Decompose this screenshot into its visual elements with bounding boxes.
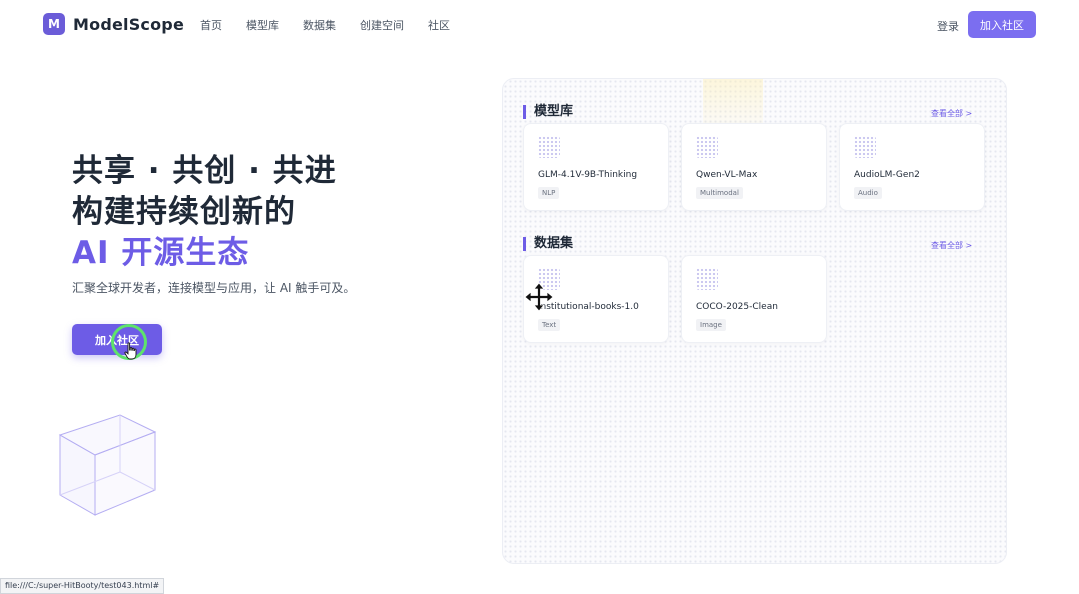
hero-title-line-2: 构建持续创新的 [72,194,296,230]
models-section-title: 模型库 [523,105,573,119]
datasets-section-title: 数据集 [523,237,573,251]
brand-name[interactable]: ModelScope [73,15,184,34]
datasets-view-all-link[interactable]: 查看全部 > [931,240,972,251]
model-card[interactable]: AudioLM-Gen2 Audio [839,123,985,211]
model-name: AudioLM-Gen2 [854,170,920,180]
models-view-all-link[interactable]: 查看全部 > [931,108,972,119]
logo-icon[interactable]: M [43,13,65,35]
nav-item-home[interactable]: 首页 [200,17,222,33]
nav-item-community[interactable]: 社区 [428,17,450,33]
nav-links: 首页 模型库 数据集 创建空间 社区 [200,17,474,33]
model-name: Qwen-VL-Max [696,170,758,180]
dataset-name: institutional-books-1.0 [538,302,639,312]
dataset-card[interactable]: institutional-books-1.0 Text [523,255,669,343]
wireframe-cube-decoration [58,414,157,516]
hero-title-line-3: AI 开源生态 [72,235,250,271]
top-navigation: M ModelScope 首页 模型库 数据集 创建空间 社区 登录 加入社区 [0,0,1079,50]
join-community-button-top[interactable]: 加入社区 [968,11,1036,38]
model-card[interactable]: Qwen-VL-Max Multimodal [681,123,827,211]
status-bar-url: file:///C:/super-HitBooty/test043.html# [0,578,165,594]
dataset-card[interactable]: COCO-2025-Clean Image [681,255,827,343]
model-card[interactable]: GLM-4.1V-9B-Thinking NLP [523,123,669,211]
model-tag: NLP [538,187,560,199]
model-icon [696,136,718,158]
dataset-tag: Image [696,319,726,331]
dataset-icon [696,268,718,290]
hero-title-line-1: 共享 · 共创 · 共进 [72,153,337,189]
join-community-button-hero[interactable]: 加入社区 [72,324,162,355]
model-tag: Multimodal [696,187,743,199]
nav-item-datasets[interactable]: 数据集 [303,17,336,33]
model-tag: Audio [854,187,882,199]
dataset-tag: Text [538,319,561,331]
dataset-name: COCO-2025-Clean [696,302,778,312]
content-panel: 模型库 查看全部 > GLM-4.1V-9B-Thinking NLP Qwen… [502,78,1007,564]
model-icon [538,136,560,158]
model-icon [854,136,876,158]
model-name: GLM-4.1V-9B-Thinking [538,170,638,180]
hero-subtitle: 汇聚全球开发者，连接模型与应用，让 AI 触手可及。 [72,281,356,295]
login-link[interactable]: 登录 [937,18,959,34]
nav-item-models[interactable]: 模型库 [246,17,279,33]
dataset-icon [538,268,560,290]
nav-item-create-space[interactable]: 创建空间 [360,17,404,33]
